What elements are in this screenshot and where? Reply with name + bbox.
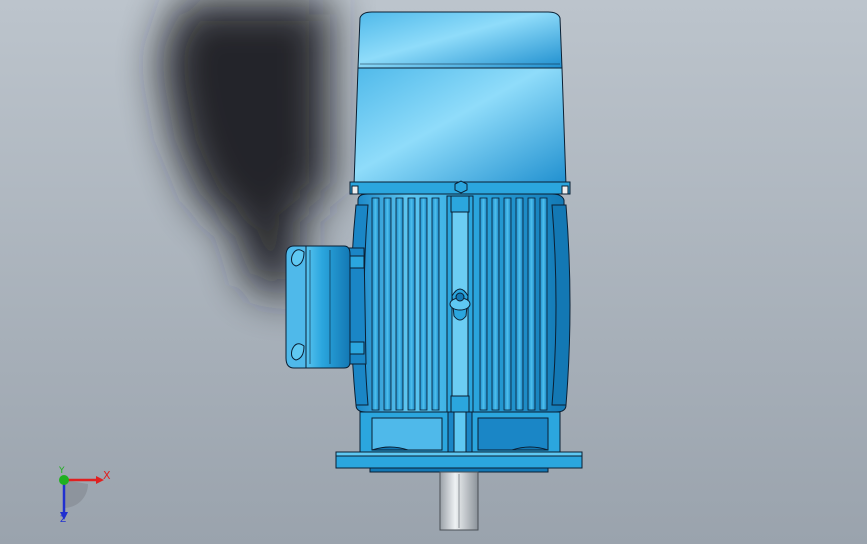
mounting-flange[interactable] — [335, 411, 583, 473]
cooling-fin — [371, 197, 380, 411]
output-shaft[interactable] — [439, 471, 479, 531]
fan-cover[interactable] — [349, 11, 571, 195]
cooling-fin — [503, 197, 512, 411]
cooling-fin — [515, 197, 524, 411]
cooling-fin — [539, 197, 548, 411]
cooling-fin — [407, 197, 416, 411]
z-axis-label: Z — [60, 515, 67, 525]
cooling-fin — [479, 197, 488, 411]
terminal-box[interactable] — [285, 245, 367, 369]
cooling-fin — [419, 197, 428, 411]
cooling-fin — [491, 197, 500, 411]
cooling-fin — [431, 197, 440, 411]
y-axis-label: Y — [59, 466, 65, 476]
cooling-fin — [383, 197, 392, 411]
cooling-fin — [527, 197, 536, 411]
cooling-fin — [395, 197, 404, 411]
cad-viewport[interactable]: X Y Z — [0, 0, 867, 544]
motor-body[interactable] — [350, 180, 571, 413]
model-scene[interactable] — [0, 0, 867, 544]
x-axis-label: X — [103, 469, 111, 482]
